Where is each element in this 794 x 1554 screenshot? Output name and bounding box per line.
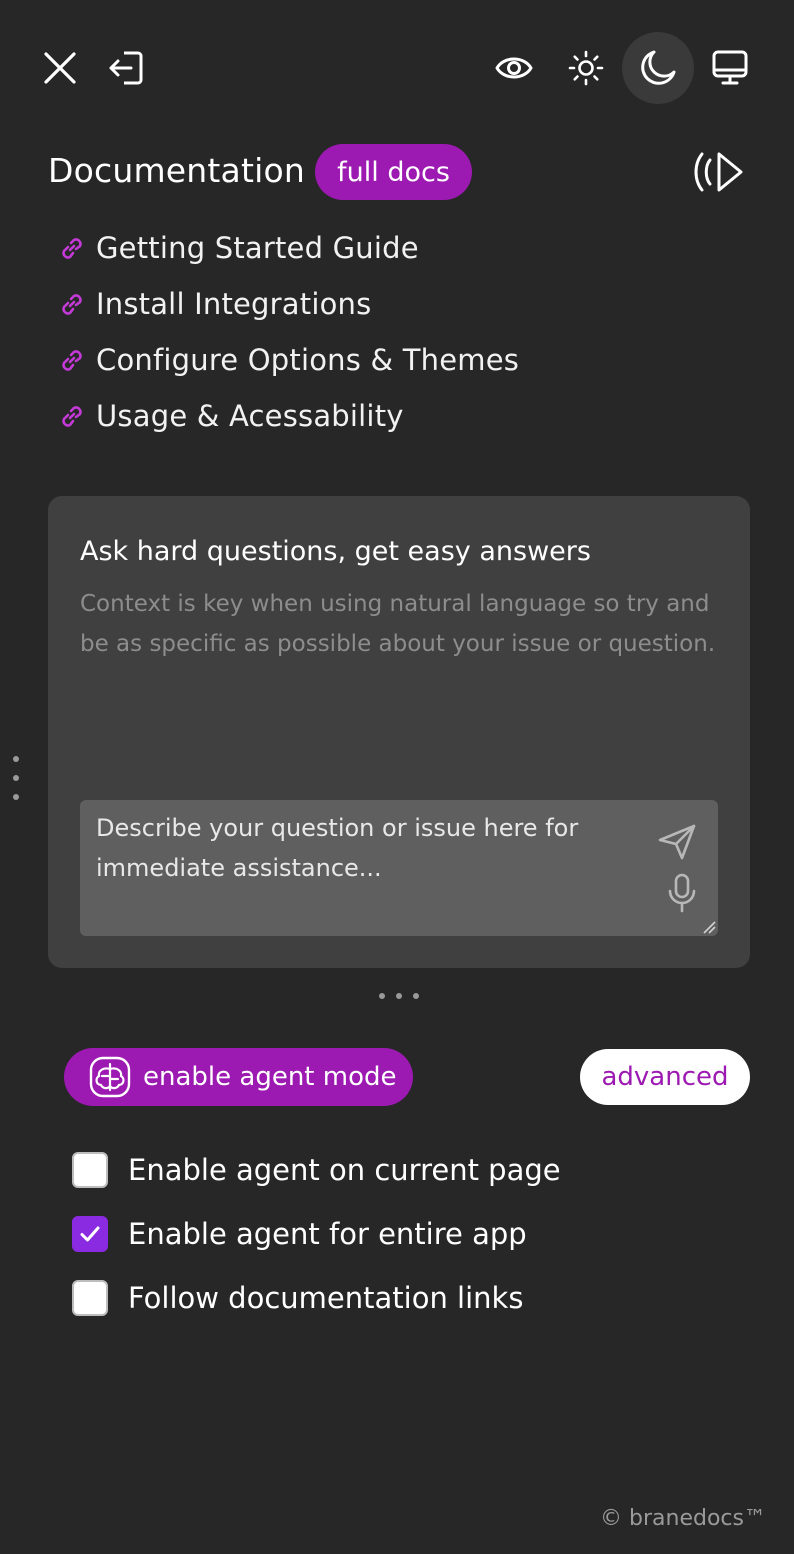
sun-icon — [568, 50, 604, 86]
enable-agent-mode-label: enable agent mode — [143, 1062, 397, 1092]
doc-link-label: Configure Options & Themes — [96, 343, 520, 377]
question-input-placeholder: Describe your question or issue here for… — [96, 814, 579, 882]
light-theme-button[interactable] — [562, 44, 610, 92]
documentation-title: Documentation — [48, 151, 305, 190]
option-label: Enable agent on current page — [128, 1153, 561, 1187]
audio-button[interactable] — [692, 146, 748, 198]
question-input[interactable]: Describe your question or issue here for… — [80, 800, 718, 936]
ask-card: Ask hard questions, get easy answers Con… — [48, 496, 750, 968]
close-button[interactable] — [36, 44, 84, 92]
microphone-button[interactable] — [660, 870, 704, 916]
doc-link-configure-options[interactable]: Configure Options & Themes — [56, 332, 519, 388]
doc-link-label: Usage & Acessability — [96, 399, 404, 433]
moon-icon — [641, 50, 676, 85]
microphone-icon — [668, 873, 696, 913]
advanced-button[interactable]: advanced — [580, 1049, 750, 1105]
doc-link-label: Install Integrations — [96, 287, 372, 321]
follow-doc-links-checkbox[interactable] — [72, 1280, 108, 1316]
panel-resize-handle[interactable] — [10, 756, 22, 800]
agent-brain-icon — [87, 1054, 133, 1100]
exit-icon — [109, 51, 143, 85]
ask-heading: Ask hard questions, get easy answers — [80, 536, 591, 567]
agent-current-page-checkbox[interactable] — [72, 1152, 108, 1188]
option-agent-entire-app[interactable]: Enable agent for entire app — [72, 1214, 527, 1254]
eye-icon — [495, 57, 533, 79]
documentation-links: Getting Started Guide Install Integratio… — [56, 220, 519, 444]
doc-link-usage-accessibility[interactable]: Usage & Acessability — [56, 388, 519, 444]
speaker-waves-icon — [694, 152, 743, 192]
exit-button[interactable] — [102, 44, 150, 92]
doc-link-install-integrations[interactable]: Install Integrations — [56, 276, 519, 332]
option-label: Follow documentation links — [128, 1281, 524, 1315]
send-icon — [658, 824, 696, 860]
copyright: © branedocs™ — [600, 1506, 766, 1531]
link-icon — [56, 288, 88, 320]
option-label: Enable agent for entire app — [128, 1217, 527, 1251]
doc-link-label: Getting Started Guide — [96, 231, 419, 265]
checkmark-icon — [80, 1226, 100, 1242]
enable-agent-mode-button[interactable]: enable agent mode — [64, 1048, 413, 1106]
doc-link-getting-started[interactable]: Getting Started Guide — [56, 220, 519, 276]
send-button[interactable] — [654, 820, 700, 864]
more-options-button[interactable] — [379, 992, 419, 1000]
option-follow-doc-links[interactable]: Follow documentation links — [72, 1278, 523, 1318]
option-agent-current-page[interactable]: Enable agent on current page — [72, 1150, 561, 1190]
link-icon — [56, 232, 88, 264]
dark-theme-button[interactable] — [622, 32, 694, 104]
close-icon — [44, 52, 76, 84]
link-icon — [56, 344, 88, 376]
ask-description: Context is key when using natural langua… — [80, 591, 716, 657]
full-docs-button[interactable]: full docs — [315, 144, 472, 200]
visibility-button[interactable] — [490, 44, 538, 92]
monitor-icon — [712, 50, 748, 85]
link-icon — [56, 400, 88, 432]
agent-entire-app-checkbox[interactable] — [72, 1216, 108, 1252]
resize-grip-icon[interactable] — [702, 920, 716, 934]
system-theme-button[interactable] — [706, 44, 754, 92]
